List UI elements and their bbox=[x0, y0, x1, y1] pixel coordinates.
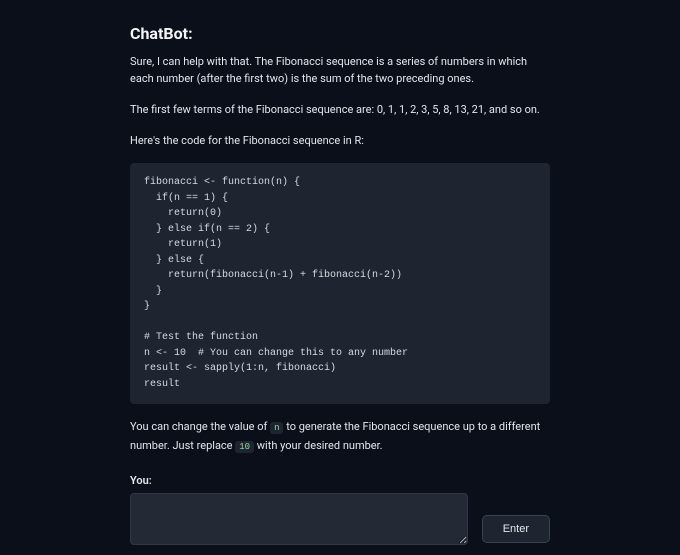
bot-paragraph-4: You can change the value of n to generat… bbox=[130, 418, 550, 455]
enter-button[interactable]: Enter bbox=[482, 515, 550, 543]
p4-text-c: with your desired number. bbox=[254, 439, 383, 452]
bot-paragraph-1: Sure, I can help with that. The Fibonacc… bbox=[130, 53, 550, 87]
bot-paragraph-3: Here's the code for the Fibonacci sequen… bbox=[130, 132, 550, 149]
input-row: Enter bbox=[130, 493, 550, 545]
user-label: You: bbox=[130, 474, 550, 487]
bot-name-label: ChatBot: bbox=[130, 24, 550, 43]
chat-container: ChatBot: Sure, I can help with that. The… bbox=[0, 0, 680, 555]
user-input[interactable] bbox=[130, 493, 468, 545]
code-block: fibonacci <- function(n) { if(n == 1) { … bbox=[130, 163, 550, 404]
p4-text-a: You can change the value of bbox=[130, 420, 270, 433]
inline-code-n: n bbox=[270, 422, 283, 434]
inline-code-10: 10 bbox=[235, 441, 254, 453]
bot-paragraph-2: The first few terms of the Fibonacci seq… bbox=[130, 101, 550, 118]
